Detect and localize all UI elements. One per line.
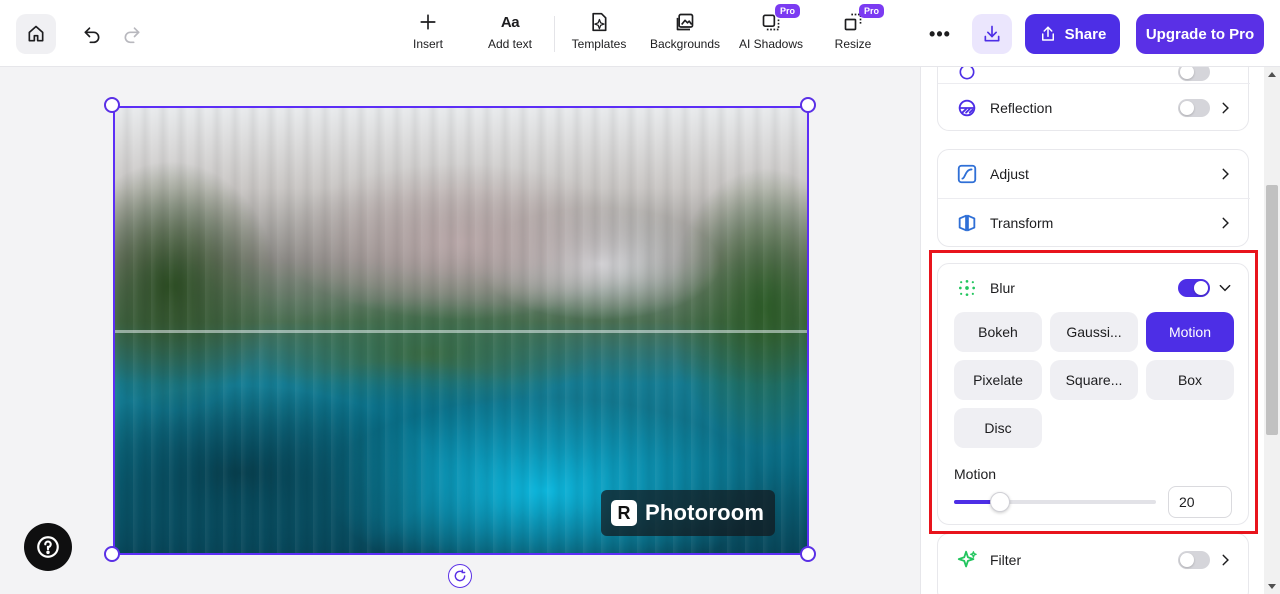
blur-option-gaussian[interactable]: Gaussi... — [1050, 312, 1138, 352]
blur-row[interactable]: Blur — [938, 264, 1250, 312]
blur-label: Blur — [990, 280, 1015, 296]
rotate-icon — [454, 569, 466, 582]
adjust-label: Adjust — [990, 166, 1029, 182]
undo-icon — [84, 27, 100, 44]
filter-row[interactable]: Filter — [938, 536, 1250, 584]
blur-option-pixelate[interactable]: Pixelate — [954, 360, 1042, 400]
pro-badge: Pro — [859, 4, 885, 18]
chevron-right-icon[interactable] — [1218, 553, 1232, 567]
chevron-right-icon[interactable] — [1218, 167, 1232, 181]
reflection-toggle[interactable] — [1178, 99, 1210, 117]
filter-toggle[interactable] — [1178, 551, 1210, 569]
ai-shadows-label: AI Shadows — [738, 37, 804, 51]
blur-icon — [956, 277, 978, 299]
adjust-icon — [956, 163, 978, 185]
photoroom-logo-icon: R — [611, 500, 637, 526]
resize-handle-top-left[interactable] — [104, 97, 120, 113]
rotate-handle[interactable] — [448, 564, 472, 588]
motion-slider[interactable] — [954, 492, 1156, 512]
resize-handle-bottom-right[interactable] — [800, 546, 816, 562]
reflection-row[interactable]: Reflection — [938, 84, 1250, 132]
chevron-right-icon[interactable] — [1218, 216, 1232, 230]
motion-slider-thumb[interactable] — [990, 492, 1010, 512]
blur-option-disc[interactable]: Disc — [954, 408, 1042, 448]
home-button[interactable] — [16, 14, 56, 54]
resize-handle-bottom-left[interactable] — [104, 546, 120, 562]
redo-icon — [124, 27, 140, 44]
help-icon — [37, 536, 59, 558]
blur-toggle[interactable] — [1178, 279, 1210, 297]
redo-button[interactable] — [118, 20, 146, 48]
blur-option-bokeh[interactable]: Bokeh — [954, 312, 1042, 352]
help-button[interactable] — [24, 523, 72, 571]
ai-shadows-icon: Pro — [761, 4, 801, 34]
templates-icon — [590, 10, 608, 34]
transform-label: Transform — [990, 215, 1054, 231]
more-options-button[interactable]: ••• — [926, 22, 954, 46]
effect-toggle[interactable] — [1178, 67, 1210, 81]
lake-shoreline — [115, 330, 807, 333]
home-icon — [28, 25, 44, 42]
pro-badge: Pro — [775, 4, 801, 18]
resize-label: Resize — [834, 37, 872, 51]
ai-shadows-tool[interactable]: Pro AI Shadows — [738, 4, 804, 56]
text-icon: Aa — [500, 13, 520, 31]
adjust-row[interactable]: Adjust — [938, 150, 1250, 198]
effects-card: Reflection — [937, 67, 1250, 132]
resize-icon: Pro — [843, 4, 885, 34]
watermark-text: Photoroom — [645, 500, 765, 525]
chevron-down-icon[interactable] — [1218, 281, 1232, 295]
editor-canvas: R Photoroom — [0, 67, 920, 594]
motion-value-input[interactable]: 20 — [1168, 486, 1232, 518]
chevron-right-icon[interactable] — [1218, 101, 1232, 115]
filter-label: Filter — [990, 552, 1022, 568]
backgrounds-tool[interactable]: Backgrounds — [648, 10, 722, 56]
panel-scrollbar[interactable] — [1264, 67, 1280, 594]
plus-icon — [419, 10, 437, 34]
blur-option-square[interactable]: Square... — [1050, 360, 1138, 400]
undo-button[interactable] — [78, 20, 106, 48]
download-button[interactable] — [972, 14, 1012, 54]
resize-tool[interactable]: Pro Resize — [832, 4, 885, 56]
resize-handle-top-right[interactable] — [800, 97, 816, 113]
add-text-tool[interactable]: Aa Add text — [484, 10, 536, 56]
sparkle-icon — [956, 549, 978, 571]
adjust-transform-card: Adjust Transform — [937, 149, 1250, 247]
reflection-icon — [956, 97, 978, 119]
backgrounds-icon — [675, 10, 695, 34]
canvas-image[interactable]: R Photoroom — [113, 106, 809, 555]
insert-label: Insert — [412, 37, 443, 51]
scroll-thumb[interactable] — [1266, 185, 1278, 435]
download-icon — [984, 25, 1000, 42]
top-toolbar: Insert Aa Add text Templates Backgrounds… — [0, 0, 1280, 67]
filter-card: Filter — [937, 533, 1249, 594]
blur-option-motion[interactable]: Motion — [1146, 312, 1234, 352]
edit-panel: Reflection Adjust Transform Blur Bokeh G… — [920, 67, 1264, 594]
templates-tool[interactable]: Templates — [568, 10, 630, 56]
blur-card: Blur Bokeh Gaussi... Motion Pixelate Squ… — [937, 263, 1249, 525]
share-button[interactable]: Share — [1025, 14, 1120, 54]
add-text-label: Add text — [487, 37, 533, 51]
templates-label: Templates — [571, 37, 627, 51]
blur-option-box[interactable]: Box — [1146, 360, 1234, 400]
scroll-down-arrow-icon[interactable] — [1264, 580, 1280, 594]
transform-icon — [956, 212, 978, 234]
toolbar-divider — [554, 16, 555, 52]
share-icon — [1041, 26, 1054, 41]
transform-row[interactable]: Transform — [938, 199, 1250, 247]
insert-tool[interactable]: Insert — [408, 10, 448, 56]
backgrounds-label: Backgrounds — [649, 37, 721, 51]
scroll-up-arrow-icon[interactable] — [1264, 67, 1280, 81]
effect-icon — [956, 67, 978, 83]
reflection-label: Reflection — [990, 100, 1053, 116]
share-label: Share — [1064, 25, 1107, 43]
photoroom-watermark: R Photoroom — [601, 490, 775, 536]
upgrade-to-pro-button[interactable]: Upgrade to Pro — [1136, 14, 1264, 54]
motion-slider-label: Motion — [954, 466, 997, 482]
